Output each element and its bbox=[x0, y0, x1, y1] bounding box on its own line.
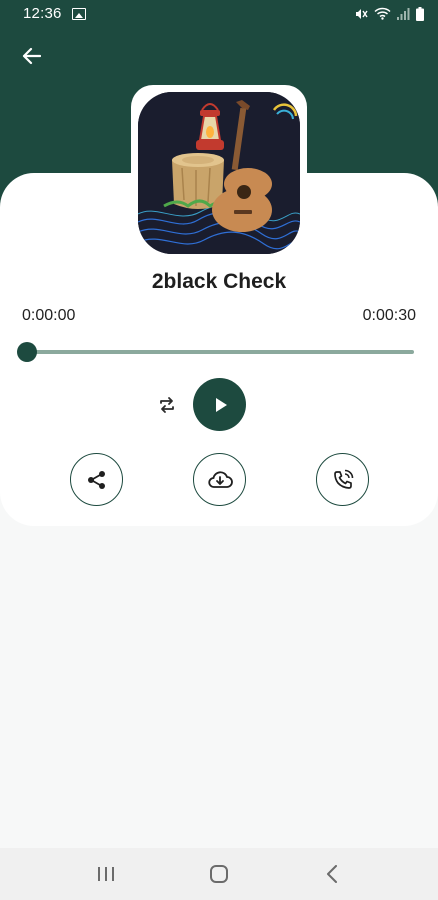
seek-track bbox=[25, 350, 414, 354]
track-title: 2black Check bbox=[151, 270, 287, 293]
status-icons bbox=[354, 6, 424, 21]
mute-icon bbox=[356, 8, 368, 19]
battery-icon bbox=[416, 6, 424, 21]
gallery-icon bbox=[71, 7, 86, 20]
current-time: 0:00:00 bbox=[22, 307, 76, 324]
recents-icon bbox=[98, 867, 115, 881]
seek-bar[interactable] bbox=[17, 340, 414, 364]
share-icon bbox=[87, 470, 105, 489]
seek-thumb[interactable] bbox=[17, 342, 37, 362]
status-bar: 12:36 bbox=[0, 0, 438, 27]
cover-illustration bbox=[138, 92, 300, 254]
repeat-icon bbox=[160, 397, 174, 413]
set-ringtone-button[interactable] bbox=[316, 453, 369, 506]
repeat-button[interactable] bbox=[155, 393, 179, 417]
download-button[interactable] bbox=[193, 453, 246, 506]
arrow-left-icon bbox=[22, 47, 41, 65]
back-button[interactable] bbox=[14, 41, 48, 71]
total-duration: 0:00:30 bbox=[362, 307, 416, 324]
cloud-download-icon bbox=[207, 470, 233, 488]
cover-art bbox=[138, 92, 300, 254]
wifi-icon bbox=[374, 7, 391, 20]
back-chevron-icon bbox=[326, 865, 337, 883]
recents-button[interactable] bbox=[81, 854, 131, 894]
status-time: 12:36 bbox=[23, 5, 62, 22]
phone-ring-icon bbox=[333, 469, 353, 489]
signal-icon bbox=[397, 7, 410, 20]
home-icon bbox=[209, 865, 228, 883]
system-nav-bar bbox=[0, 848, 438, 900]
play-icon bbox=[215, 397, 227, 412]
play-button[interactable] bbox=[193, 378, 246, 431]
share-button[interactable] bbox=[70, 453, 123, 506]
home-button[interactable] bbox=[194, 854, 244, 894]
nav-back-button[interactable] bbox=[307, 854, 357, 894]
